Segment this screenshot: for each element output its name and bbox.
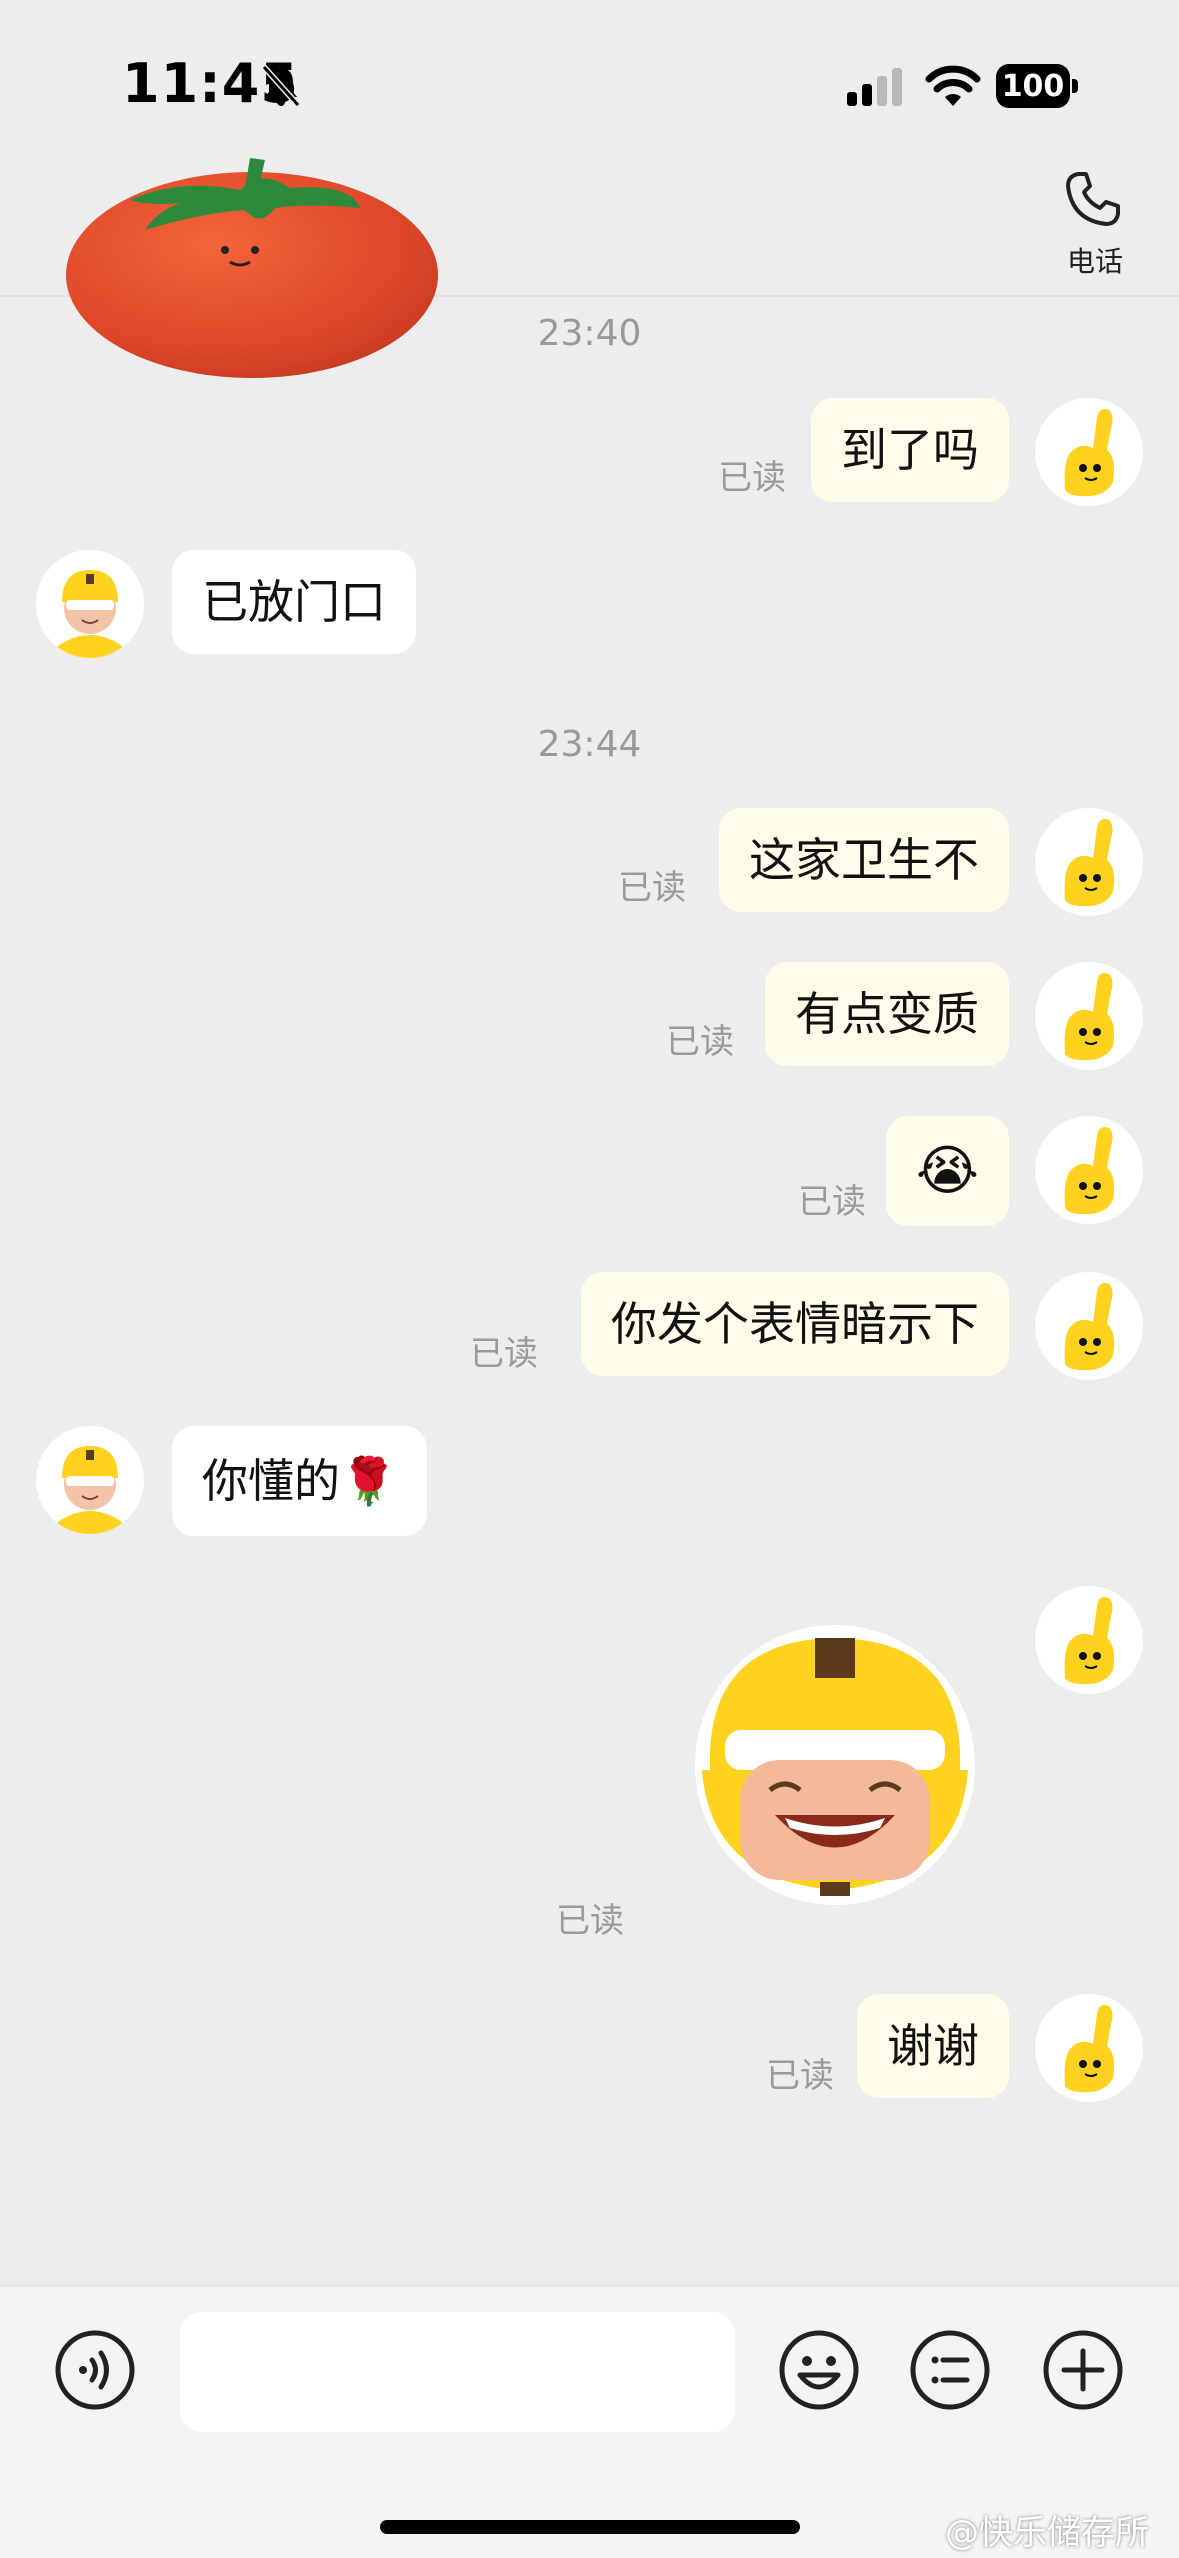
tomato-sticker bbox=[66, 158, 438, 378]
cellular-signal-icon bbox=[847, 68, 902, 106]
my-avatar[interactable] bbox=[1035, 1994, 1143, 2102]
plus-icon bbox=[1043, 2330, 1123, 2410]
emoji-button[interactable] bbox=[776, 2327, 862, 2413]
watermark: @快乐储存所 bbox=[945, 2513, 1149, 2553]
read-status: 已读 bbox=[666, 1022, 734, 1062]
message-bubble[interactable]: 你发个表情暗示下 bbox=[581, 1272, 1009, 1376]
my-avatar[interactable] bbox=[1035, 1272, 1143, 1380]
read-status: 已读 bbox=[718, 458, 786, 498]
message-bubble[interactable]: 到了吗 bbox=[811, 398, 1009, 502]
message-bubble[interactable]: 已放门口 bbox=[172, 550, 416, 654]
voice-icon bbox=[55, 2330, 135, 2410]
my-avatar[interactable] bbox=[1035, 808, 1143, 916]
read-status: 已读 bbox=[556, 1901, 624, 1941]
list-icon bbox=[910, 2330, 990, 2410]
battery-level: 100 bbox=[996, 64, 1070, 108]
call-label: 电话 bbox=[1066, 245, 1123, 278]
message-input[interactable] bbox=[180, 2312, 735, 2432]
my-avatar[interactable] bbox=[1035, 962, 1143, 1070]
message-bubble[interactable]: 谢谢 bbox=[857, 1994, 1009, 2098]
phone-icon bbox=[1066, 172, 1120, 226]
emoji-message-bubble[interactable]: 😭 bbox=[885, 1116, 1009, 1226]
call-button[interactable]: 电话 bbox=[1050, 168, 1140, 278]
message-bubble[interactable]: 你懂的🌹 bbox=[172, 1426, 428, 1536]
message-bubble[interactable]: 有点变质 bbox=[765, 962, 1009, 1066]
chat-header: 电话 bbox=[0, 140, 1179, 378]
my-avatar[interactable] bbox=[1035, 398, 1143, 506]
battery-icon: 100 bbox=[996, 64, 1080, 108]
read-status: 已读 bbox=[618, 868, 686, 908]
my-avatar[interactable] bbox=[1035, 1586, 1143, 1694]
timestamp: 23:44 bbox=[537, 724, 642, 765]
rider-sticker[interactable] bbox=[690, 1620, 980, 1910]
menu-button[interactable] bbox=[907, 2327, 993, 2413]
more-button[interactable] bbox=[1040, 2327, 1126, 2413]
muted-bell-icon bbox=[261, 64, 301, 108]
emoji-icon bbox=[779, 2330, 859, 2410]
rider-avatar[interactable] bbox=[36, 1426, 144, 1534]
rider-avatar[interactable] bbox=[36, 550, 144, 658]
my-avatar[interactable] bbox=[1035, 1116, 1143, 1224]
home-indicator bbox=[380, 2520, 800, 2534]
wifi-icon bbox=[925, 65, 981, 106]
read-status: 已读 bbox=[766, 2056, 834, 2096]
message-bubble[interactable]: 这家卫生不 bbox=[719, 808, 1009, 912]
voice-button[interactable] bbox=[52, 2327, 138, 2413]
read-status: 已读 bbox=[798, 1182, 866, 1222]
read-status: 已读 bbox=[470, 1334, 538, 1374]
